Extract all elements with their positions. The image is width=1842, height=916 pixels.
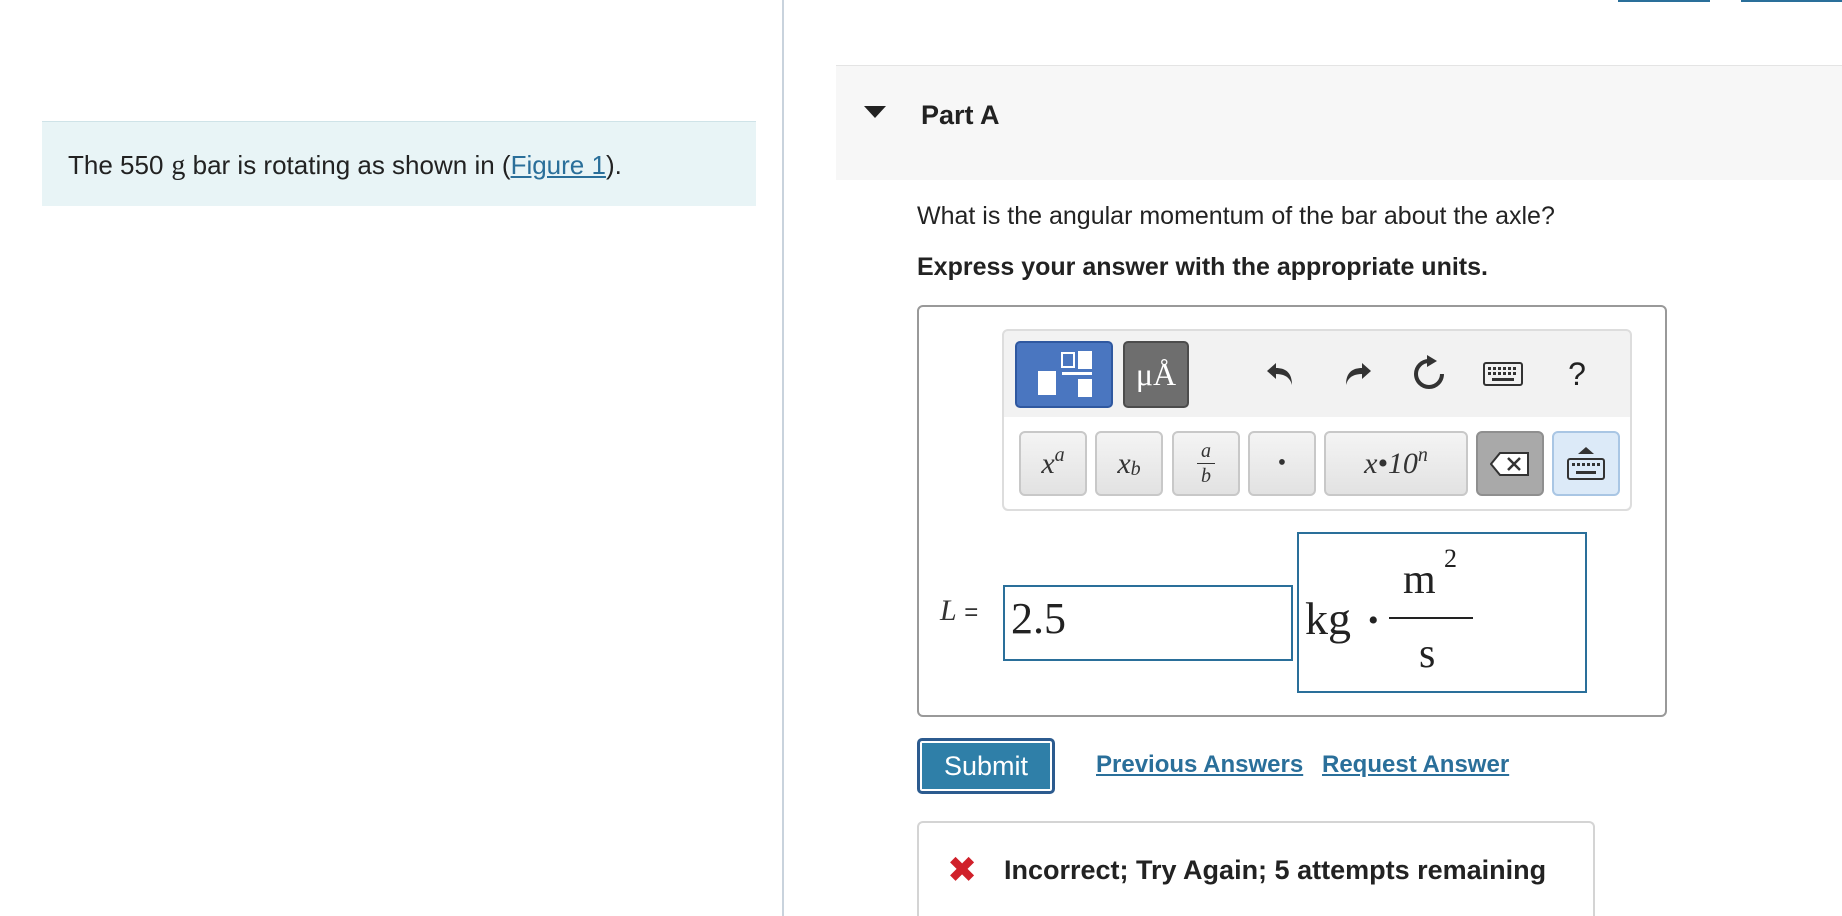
scientific-notation-key[interactable]: x•10 n bbox=[1324, 431, 1468, 496]
sci-notation-base: x•10 bbox=[1364, 446, 1418, 480]
top-nav-tab-2[interactable] bbox=[1741, 0, 1842, 2]
subscript-base: x bbox=[1117, 446, 1131, 480]
submit-button[interactable]: Submit bbox=[917, 738, 1055, 794]
sci-notation-exp: n bbox=[1417, 444, 1428, 466]
variable-label: L = bbox=[940, 594, 978, 628]
reset-icon[interactable] bbox=[1406, 351, 1452, 397]
variable-symbol: L bbox=[940, 594, 957, 627]
feedback-message: Incorrect; Try Again; 5 attempts remaini… bbox=[1004, 855, 1547, 885]
dot-key[interactable]: • bbox=[1248, 431, 1316, 496]
subscript-key[interactable]: xb bbox=[1095, 431, 1163, 496]
unit-numerator-exponent: 2 bbox=[1444, 544, 1457, 573]
equals-sign: = bbox=[964, 599, 979, 626]
error-x-icon: ✖ bbox=[947, 849, 978, 890]
intro-prefix: The 550 bbox=[68, 150, 164, 180]
subscript-sub: b bbox=[1130, 458, 1141, 480]
superscript-exp: a bbox=[1054, 444, 1065, 466]
request-answer-link[interactable]: Request Answer bbox=[1322, 751, 1509, 779]
undo-icon[interactable] bbox=[1258, 351, 1304, 397]
unit-main: kg bbox=[1305, 593, 1351, 644]
feedback-box: ✖ Incorrect; Try Again; 5 attempts remai… bbox=[917, 821, 1595, 916]
templates-button[interactable] bbox=[1015, 341, 1113, 408]
top-nav-tab-1[interactable] bbox=[1618, 0, 1710, 2]
problem-pane: The 550 g bar is rotating as shown in (Fi… bbox=[0, 0, 782, 916]
fraction-bar bbox=[1197, 463, 1215, 464]
keyboard-icon[interactable] bbox=[1480, 351, 1526, 397]
pane-divider bbox=[782, 0, 784, 916]
unit-dot: • bbox=[1368, 604, 1379, 637]
redo-icon[interactable] bbox=[1334, 351, 1380, 397]
value-input[interactable]: 2.5 bbox=[1003, 585, 1293, 661]
keyboard-toggle-icon bbox=[1567, 446, 1605, 480]
problem-intro-box: The 550 g bar is rotating as shown in (Fi… bbox=[42, 121, 756, 206]
figure-link[interactable]: Figure 1 bbox=[511, 150, 606, 180]
units-input[interactable]: kg • m 2 s bbox=[1297, 532, 1587, 693]
part-title: Part A bbox=[921, 100, 1000, 130]
intro-middle: bar is rotating as shown in ( bbox=[185, 150, 511, 180]
unit-numerator: m bbox=[1403, 557, 1436, 603]
instruction-text: Express your answer with the appropriate… bbox=[917, 253, 1488, 281]
backspace-key[interactable] bbox=[1476, 431, 1544, 496]
math-toolbar: μÅ ? xa xb a b • x•10 n bbox=[1002, 329, 1632, 511]
fraction-denominator: b bbox=[1201, 465, 1211, 487]
fraction-key[interactable]: a b bbox=[1172, 431, 1240, 496]
intro-suffix: ). bbox=[605, 150, 622, 180]
keyboard-toggle-key[interactable] bbox=[1552, 431, 1620, 496]
fraction-numerator: a bbox=[1201, 440, 1211, 462]
superscript-key[interactable]: xa bbox=[1019, 431, 1087, 496]
intro-unit: g bbox=[171, 150, 186, 181]
unit-fraction-bar bbox=[1389, 617, 1473, 619]
previous-answers-link[interactable]: Previous Answers bbox=[1096, 751, 1303, 779]
backspace-icon bbox=[1490, 451, 1529, 476]
help-icon[interactable]: ? bbox=[1554, 351, 1600, 397]
collapse-caret-icon[interactable] bbox=[864, 106, 886, 118]
templates-icon bbox=[1038, 350, 1092, 397]
problem-intro-text: The 550 g bar is rotating as shown in (Fi… bbox=[68, 150, 622, 182]
part-header[interactable]: Part A bbox=[836, 65, 1842, 180]
symbols-button[interactable]: μÅ bbox=[1123, 341, 1189, 408]
question-text: What is the angular momentum of the bar … bbox=[917, 202, 1555, 230]
superscript-base: x bbox=[1041, 446, 1055, 480]
unit-denominator: s bbox=[1419, 631, 1436, 677]
